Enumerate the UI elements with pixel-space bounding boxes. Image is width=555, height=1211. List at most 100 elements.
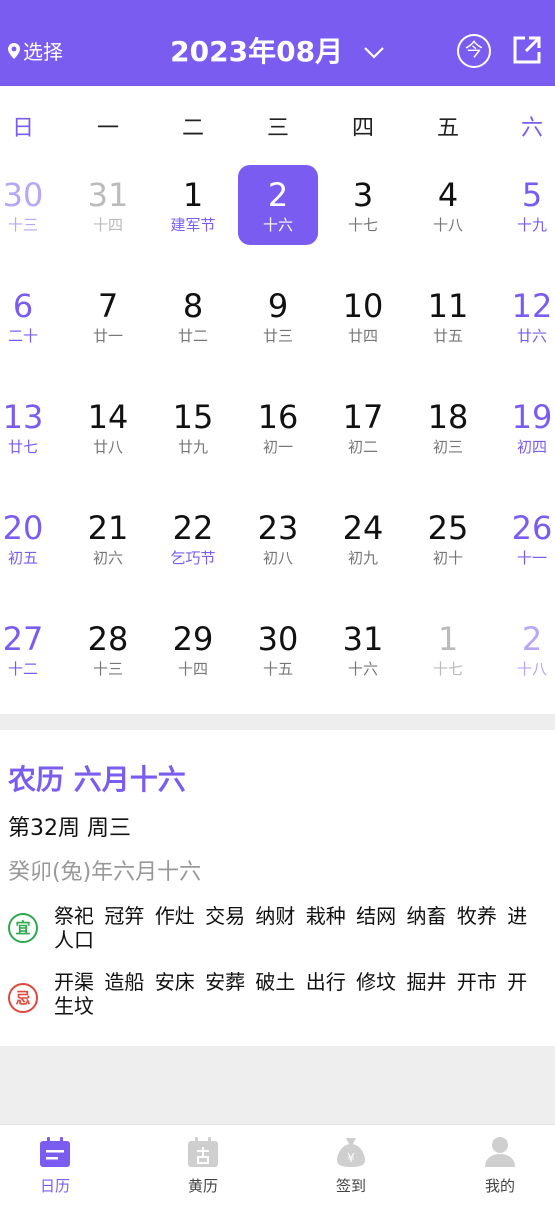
day-cell[interactable]: 5 十九 bbox=[496, 165, 555, 245]
day-cell[interactable]: 26 十一 bbox=[496, 498, 555, 578]
lunar-date: 廿八 bbox=[92, 438, 123, 456]
weekday-wed: 三 bbox=[266, 116, 289, 141]
tab-checkin[interactable]: ¥ 签到 bbox=[311, 1135, 391, 1196]
weekday-mon: 一 bbox=[96, 116, 119, 141]
day-number: 22 bbox=[172, 509, 214, 547]
weekday-sun: 日 bbox=[11, 116, 34, 141]
lunar-date: 初六 bbox=[92, 549, 123, 567]
day-cell[interactable]: 18 初三 bbox=[412, 387, 484, 467]
yi-items: 祭祀 冠笄 作灶 交易 纳财 栽种 结网 纳畜 牧养 进人口 bbox=[54, 904, 528, 952]
lunar-date: 廿六 bbox=[516, 327, 547, 345]
day-cell[interactable]: 31 十六 bbox=[327, 609, 399, 689]
lunar-date: 初八 bbox=[262, 549, 293, 567]
day-cell[interactable]: 7 廿一 bbox=[72, 276, 144, 356]
day-number: 10 bbox=[342, 287, 384, 325]
lunar-date: 二十 bbox=[7, 327, 38, 345]
day-number: 2 bbox=[267, 176, 289, 214]
day-number: 23 bbox=[257, 509, 299, 547]
lunar-date: 十八 bbox=[432, 216, 463, 234]
day-cell[interactable]: 6 二十 bbox=[0, 276, 59, 356]
day-cell[interactable]: 8 廿二 bbox=[157, 276, 229, 356]
lunar-date: 十四 bbox=[92, 216, 123, 234]
selected-day-cell[interactable]: 2 十六 bbox=[238, 165, 318, 245]
weekday-header: 日 一 二 三 四 五 六 bbox=[0, 110, 555, 142]
day-number: 20 bbox=[2, 509, 44, 547]
tab-almanac[interactable]: 黄历 bbox=[163, 1135, 243, 1196]
day-cell[interactable]: 15 廿九 bbox=[157, 387, 229, 467]
day-number: 8 bbox=[182, 287, 204, 325]
day-cell[interactable]: 4 十八 bbox=[412, 165, 484, 245]
tab-profile[interactable]: 我的 bbox=[460, 1135, 540, 1196]
day-number: 25 bbox=[427, 509, 469, 547]
day-cell[interactable]: 9 廿三 bbox=[242, 276, 314, 356]
day-number: 1 bbox=[182, 176, 204, 214]
almanac-icon bbox=[188, 1137, 218, 1167]
day-cell[interactable]: 29 十四 bbox=[157, 609, 229, 689]
svg-text:¥: ¥ bbox=[347, 1151, 355, 1165]
day-cell[interactable]: 20 初五 bbox=[0, 498, 59, 578]
day-cell[interactable]: 17 初二 bbox=[327, 387, 399, 467]
lunar-date: 廿七 bbox=[7, 438, 38, 456]
day-cell[interactable]: 27 十二 bbox=[0, 609, 59, 689]
day-cell[interactable]: 3 十七 bbox=[327, 165, 399, 245]
day-cell[interactable]: 31 十四 bbox=[72, 165, 144, 245]
day-cell[interactable]: 12 廿六 bbox=[496, 276, 555, 356]
day-cell[interactable]: 16 初一 bbox=[242, 387, 314, 467]
lunar-date: 十一 bbox=[516, 549, 547, 567]
lunar-date: 十四 bbox=[177, 660, 208, 678]
lunar-date: 廿五 bbox=[432, 327, 463, 345]
day-number: 2 bbox=[521, 620, 543, 658]
day-number: 11 bbox=[427, 287, 469, 325]
day-cell[interactable]: 22 乞巧节 bbox=[157, 498, 229, 578]
ji-items: 开渠 造船 安床 安葬 破土 出行 修坟 掘井 开市 开生坟 bbox=[54, 970, 528, 1018]
tab-calendar[interactable]: 日历 bbox=[15, 1135, 95, 1196]
today-button[interactable]: 今 bbox=[457, 34, 491, 68]
day-number: 17 bbox=[342, 398, 384, 436]
day-cell[interactable]: 19 初四 bbox=[496, 387, 555, 467]
lunar-date: 十六 bbox=[347, 660, 378, 678]
today-label: 今 bbox=[465, 40, 483, 61]
day-number: 31 bbox=[87, 176, 129, 214]
day-cell[interactable]: 30 十五 bbox=[242, 609, 314, 689]
day-cell[interactable]: 1 十七 bbox=[412, 609, 484, 689]
day-number: 16 bbox=[257, 398, 299, 436]
lunar-date: 初四 bbox=[516, 438, 547, 456]
share-icon bbox=[513, 36, 541, 64]
money-bag-icon: ¥ bbox=[337, 1138, 365, 1167]
day-cell[interactable]: 1 建军节 bbox=[157, 165, 229, 245]
weekday-sat: 六 bbox=[520, 116, 543, 141]
day-cell[interactable]: 10 廿四 bbox=[327, 276, 399, 356]
lunar-date: 初十 bbox=[432, 549, 463, 567]
day-number: 31 bbox=[342, 620, 384, 658]
festival-label: 乞巧节 bbox=[170, 549, 216, 567]
day-cell[interactable]: 11 廿五 bbox=[412, 276, 484, 356]
lunar-date: 十三 bbox=[7, 216, 38, 234]
day-number: 28 bbox=[87, 620, 129, 658]
day-cell[interactable]: 25 初十 bbox=[412, 498, 484, 578]
lunar-date: 十三 bbox=[92, 660, 123, 678]
bottom-tab-bar: 日历 黄历 ¥ 签到 我的 bbox=[0, 1124, 555, 1211]
share-button[interactable] bbox=[511, 34, 543, 70]
lunar-date: 十八 bbox=[516, 660, 547, 678]
day-cell[interactable]: 24 初九 bbox=[327, 498, 399, 578]
ji-badge-icon: 忌 bbox=[8, 983, 38, 1013]
ganzhi-date: 癸卯(兔)年六月十六 bbox=[8, 860, 202, 885]
day-number: 5 bbox=[521, 176, 543, 214]
day-number: 26 bbox=[511, 509, 553, 547]
lunar-date: 廿三 bbox=[262, 327, 293, 345]
day-cell[interactable]: 2 十八 bbox=[496, 609, 555, 689]
weekday-thu: 四 bbox=[351, 116, 374, 141]
lunar-date: 廿一 bbox=[92, 327, 123, 345]
day-cell[interactable]: 28 十三 bbox=[72, 609, 144, 689]
day-cell[interactable]: 13 廿七 bbox=[0, 387, 59, 467]
day-number: 18 bbox=[427, 398, 469, 436]
lunar-date: 十五 bbox=[262, 660, 293, 678]
day-cell[interactable]: 14 廿八 bbox=[72, 387, 144, 467]
week-info: 第32周 周三 bbox=[8, 816, 131, 841]
yi-badge-icon: 宜 bbox=[8, 913, 38, 943]
day-cell[interactable]: 30 十三 bbox=[0, 165, 59, 245]
day-cell[interactable]: 23 初八 bbox=[242, 498, 314, 578]
day-cell[interactable]: 21 初六 bbox=[72, 498, 144, 578]
tab-label: 签到 bbox=[335, 1177, 366, 1195]
day-number: 9 bbox=[267, 287, 289, 325]
